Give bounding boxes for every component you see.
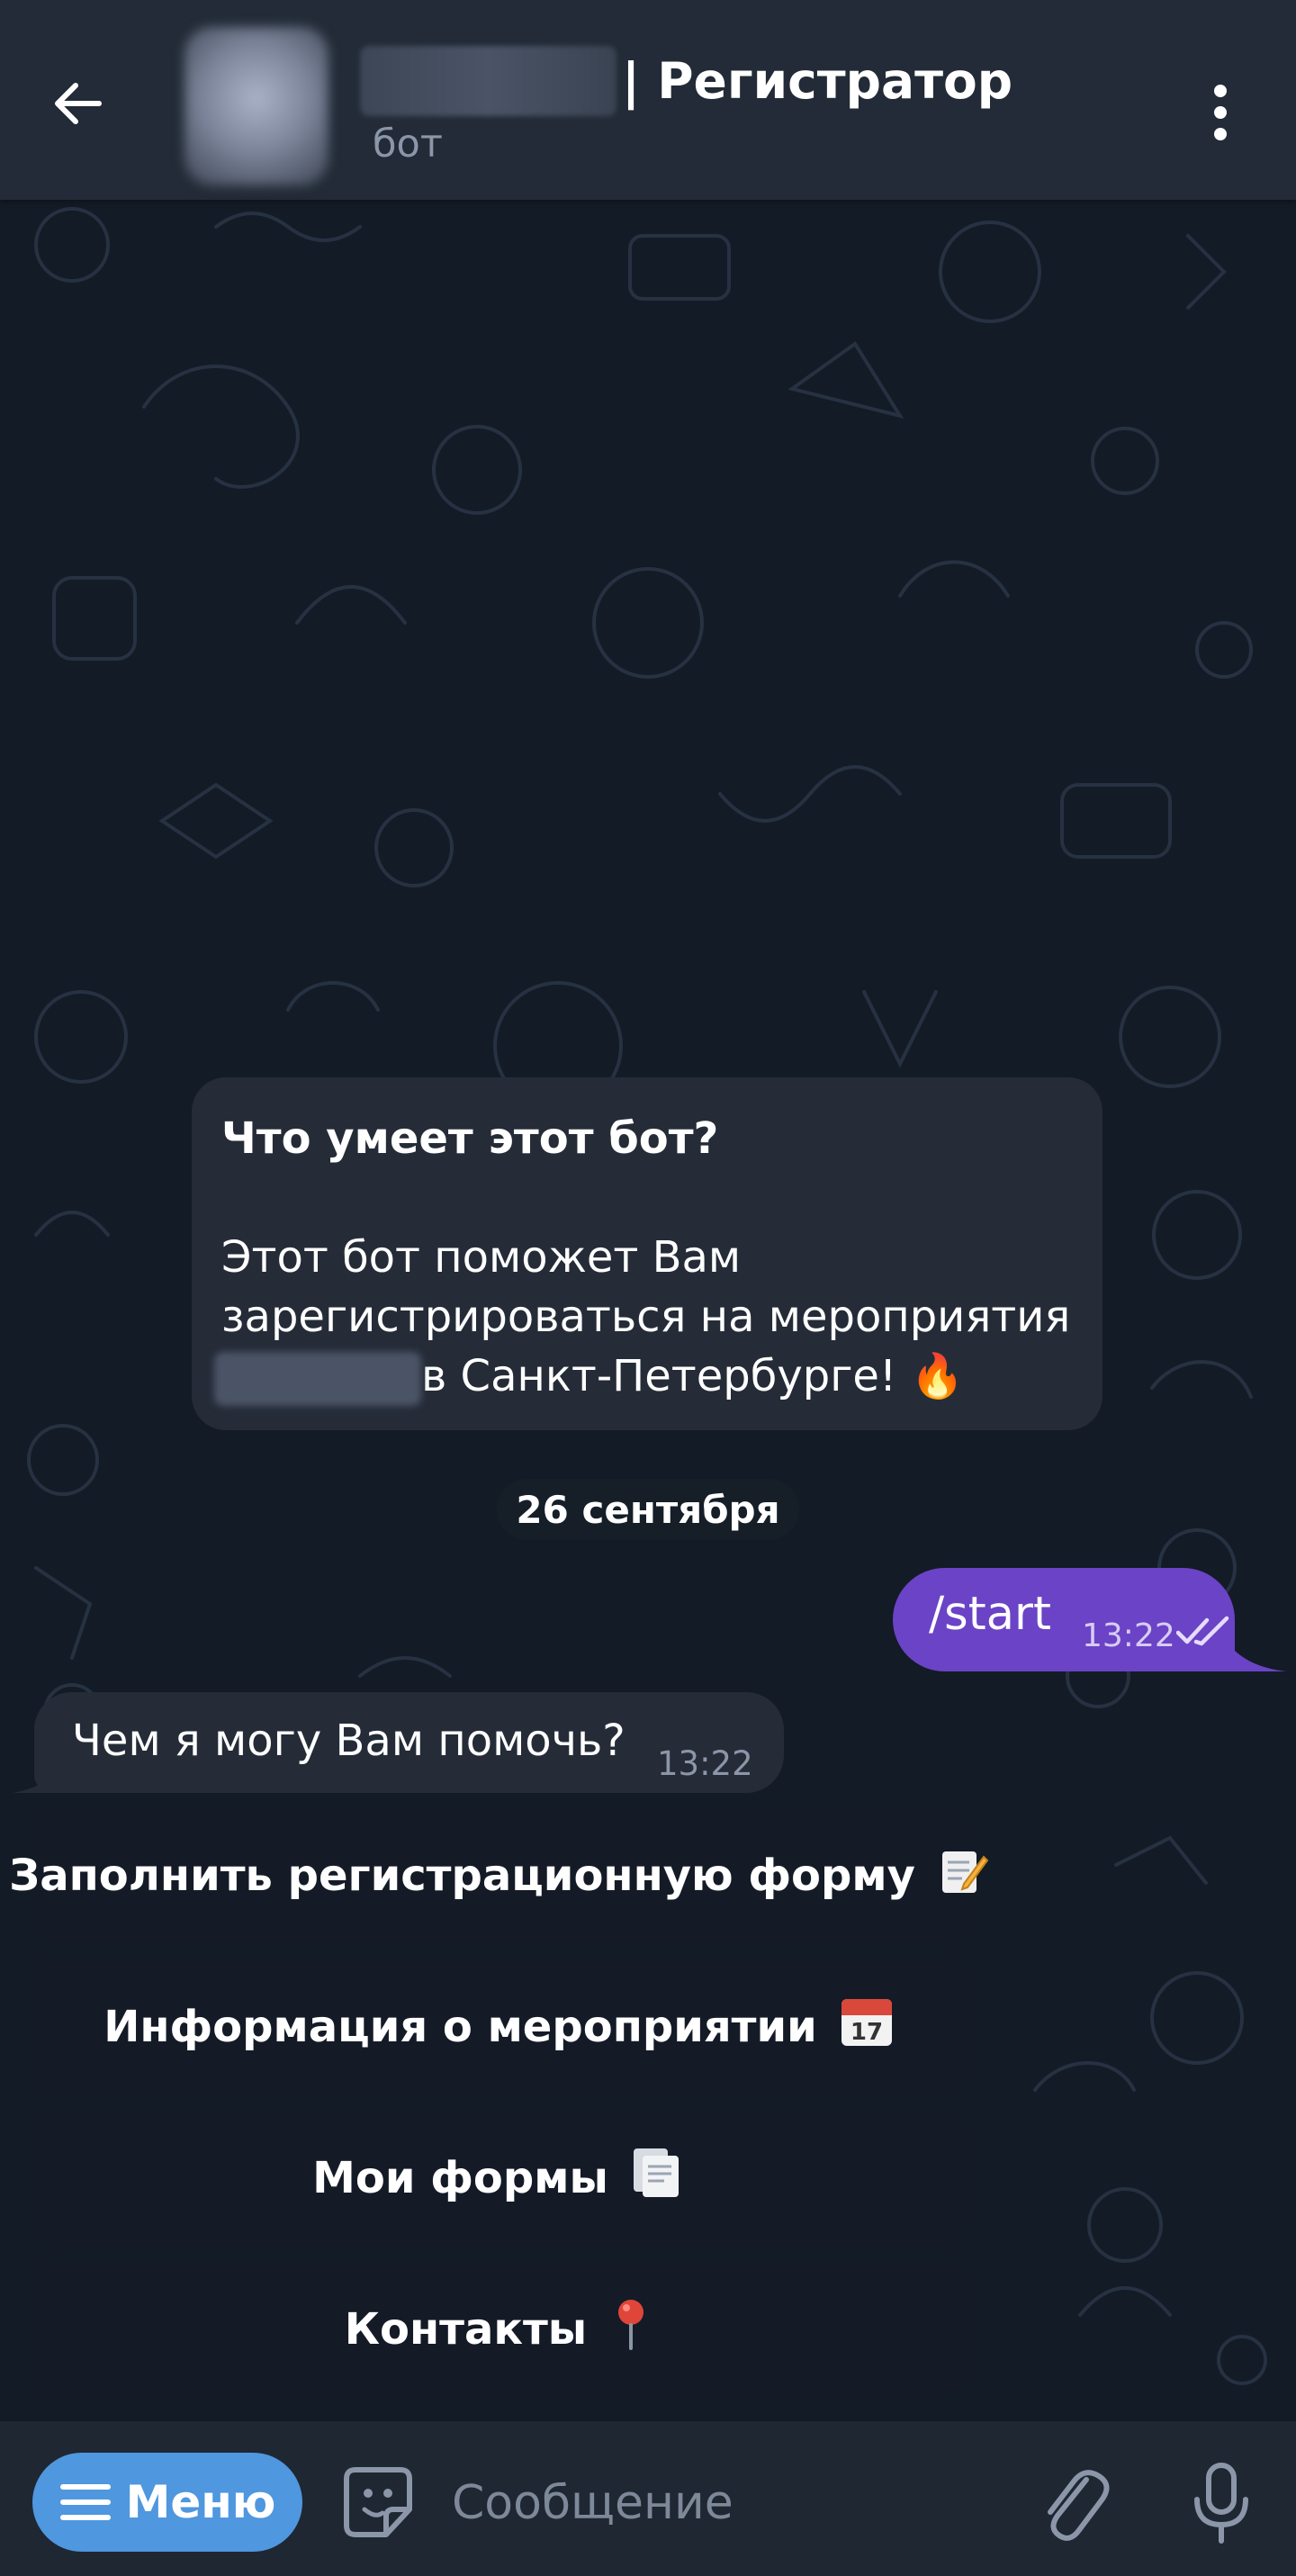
chat-header: | Регистратор бот [0,0,1296,200]
bot-description-line: зарегистрироваться на мероприятия [221,1292,1071,1342]
arrow-left-icon [55,83,102,124]
back-button[interactable] [47,72,128,153]
svg-text:17: 17 [850,2019,883,2046]
button-label: Контакты [344,2304,588,2355]
memo-icon [937,1844,989,1907]
message-time: 13:22 [1082,1617,1175,1654]
chat-title[interactable]: | Регистратор [360,45,1012,117]
sticker-button[interactable] [338,2457,418,2547]
bot-description-card: Что умеет этот бот? Этот бот поможет Вам… [192,1077,1102,1430]
message-input[interactable] [450,2457,994,2549]
bot-description-line: Этот бот поможет Вам [221,1232,742,1283]
contacts-button[interactable]: Контакты [34,2263,964,2396]
my-forms-button[interactable]: Мои формы [34,2112,964,2245]
chat-subtitle: бот [373,122,443,167]
date-separator: 26 сентября [497,1479,799,1540]
paperclip-icon [1048,2470,1110,2541]
message-composer: Меню [0,2421,1296,2576]
calendar-icon: 17 [839,1994,895,2060]
double-check-icon [1176,1616,1229,1646]
chat-title-text: | Регистратор [622,52,1013,110]
bot-description-line: в Санкт-Петербурге! 🔥 [421,1351,965,1401]
more-vertical-icon [1214,85,1227,140]
button-label: Заполнить регистрационную форму [9,1851,915,1901]
bot-description-line-3: в Санкт-Петербурге! 🔥 [214,1347,1070,1406]
bot-description-text: Этот бот поможет Вам зарегистрироваться … [214,1228,1071,1406]
redacted-name [214,1352,421,1406]
more-options-button[interactable] [1197,77,1244,149]
voice-message-button[interactable] [1181,2453,1262,2552]
fill-registration-form-button[interactable]: Заполнить регистрационную форму [9,1809,989,1942]
avatar[interactable] [184,27,328,185]
incoming-message[interactable]: Чем я могу Вам помочь? 13:22 [34,1692,784,1793]
message-text: Чем я могу Вам помочь? [72,1716,626,1766]
outgoing-message[interactable]: /start 13:22 [893,1568,1235,1671]
pin-icon [608,2296,653,2363]
bot-description-title: Что умеет этот бот? [221,1113,719,1164]
sticker-icon [344,2467,412,2537]
redacted-name [360,46,616,116]
documents-icon [630,2145,686,2211]
message-time: 13:22 [657,1744,753,1783]
hamburger-icon [59,2484,111,2520]
button-label: Информация о мероприятии [104,2002,817,2052]
button-label: Мои формы [312,2153,608,2203]
attach-button[interactable] [1030,2453,1112,2552]
event-info-button[interactable]: Информация о мероприятии 17 [34,1960,964,2094]
bot-menu-button[interactable]: Меню [32,2453,302,2552]
message-text: /start [929,1588,1051,1641]
microphone-icon [1194,2463,1248,2544]
menu-label: Меню [125,2476,276,2528]
